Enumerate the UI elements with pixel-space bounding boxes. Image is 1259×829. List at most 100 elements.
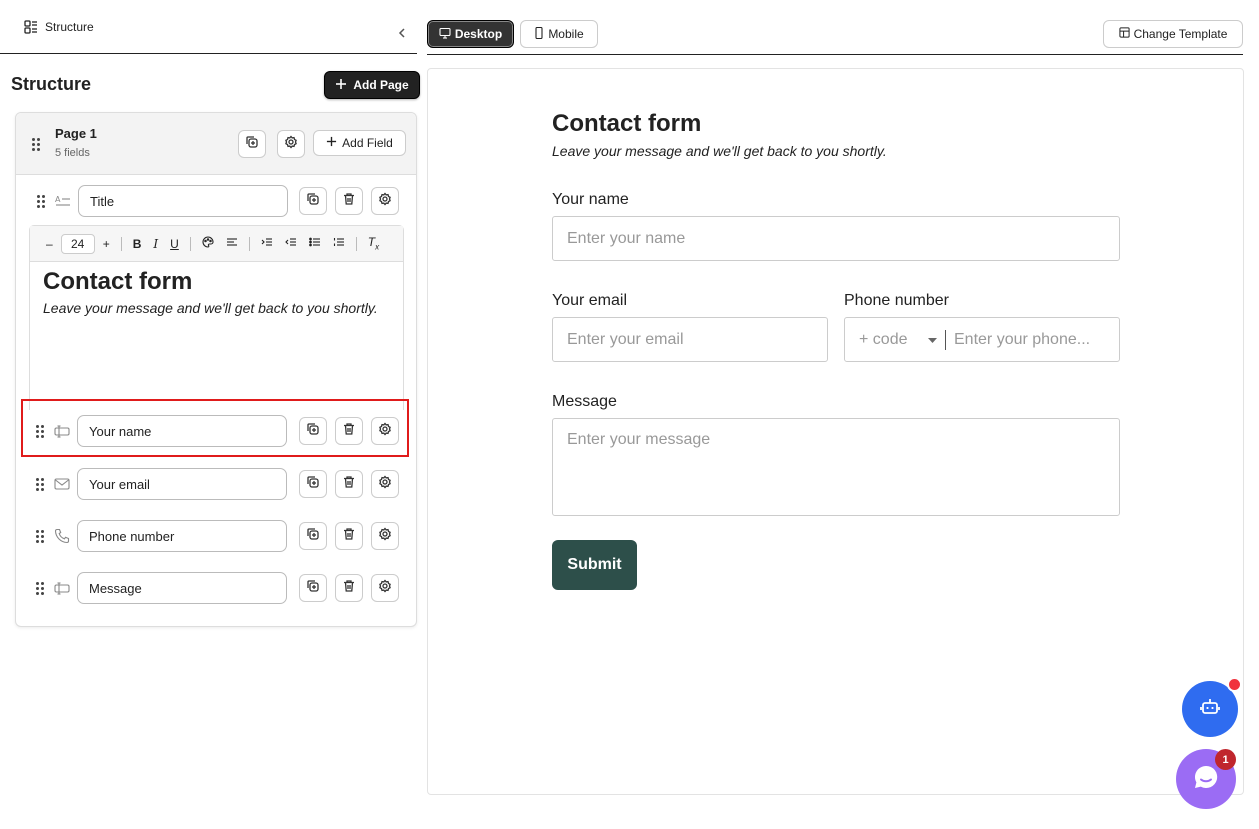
- phone-input[interactable]: Enter your phone...: [954, 331, 1090, 349]
- tab-mobile-label: Mobile: [548, 27, 584, 41]
- preview-toolbar: Desktop Mobile Change Template: [427, 0, 1243, 55]
- name-input[interactable]: Enter your name: [552, 216, 1120, 261]
- font-size-increase-button[interactable]: +: [103, 237, 110, 251]
- font-size-input[interactable]: 24: [60, 233, 95, 254]
- plus-icon: [335, 78, 347, 93]
- field-settings-button[interactable]: [371, 417, 399, 445]
- field-label-input[interactable]: Your name: [77, 415, 287, 447]
- drag-handle-icon[interactable]: [36, 582, 44, 595]
- add-page-label: Add Page: [353, 78, 409, 92]
- outdent-icon[interactable]: [285, 236, 297, 251]
- page-settings-button[interactable]: [277, 130, 305, 158]
- collapse-chevron-icon[interactable]: [395, 26, 409, 40]
- gear-icon: [378, 527, 392, 546]
- editor-toolbar: – 24 + B I U Tx: [30, 226, 403, 262]
- monitor-icon: [439, 27, 451, 42]
- message-textarea[interactable]: Enter your message: [552, 418, 1120, 516]
- form-title: Contact form: [552, 110, 702, 137]
- duplicate-field-button[interactable]: [299, 187, 327, 215]
- gear-icon: [284, 135, 298, 154]
- page-name: Page 1: [55, 126, 97, 141]
- align-left-icon[interactable]: [226, 236, 238, 251]
- submit-button[interactable]: Submit: [552, 540, 637, 590]
- field-label-input[interactable]: Your email: [77, 468, 287, 500]
- duplicate-field-button[interactable]: [299, 574, 327, 602]
- field-row-title[interactable]: A Title: [16, 183, 416, 223]
- clear-format-icon[interactable]: Tx: [368, 235, 379, 251]
- template-icon: [1118, 27, 1130, 41]
- delete-field-button[interactable]: [335, 522, 363, 550]
- tab-desktop-label: Desktop: [454, 27, 503, 41]
- plus-icon: [326, 136, 337, 150]
- caret-down-icon: [928, 331, 937, 349]
- indent-icon[interactable]: [261, 236, 273, 251]
- underline-icon[interactable]: U: [170, 237, 179, 251]
- delete-field-button[interactable]: [335, 574, 363, 602]
- delete-field-button[interactable]: [335, 187, 363, 215]
- duplicate-field-button[interactable]: [299, 417, 327, 445]
- phone-icon: [54, 528, 70, 544]
- trash-icon: [342, 422, 356, 441]
- country-code-select[interactable]: + code: [845, 331, 945, 349]
- bullet-list-icon[interactable]: [308, 236, 321, 251]
- chat-unread-badge: 1: [1215, 749, 1236, 770]
- gear-icon: [378, 579, 392, 598]
- drag-handle-icon[interactable]: [32, 138, 40, 151]
- duplicate-field-button[interactable]: [299, 522, 327, 550]
- delete-field-button[interactable]: [335, 470, 363, 498]
- duplicate-field-button[interactable]: [299, 470, 327, 498]
- form-preview: Contact form Leave your message and we'l…: [427, 68, 1244, 795]
- trash-icon: [342, 579, 356, 598]
- bold-icon[interactable]: B: [133, 237, 142, 251]
- toolbar-divider: [355, 236, 357, 251]
- country-code-placeholder: + code: [859, 330, 908, 348]
- form-builder-app: Structure Structure Add Page Page 1 5 fi…: [0, 0, 1259, 829]
- field-row-phone-number[interactable]: Phone number: [15, 518, 415, 558]
- italic-icon[interactable]: I: [153, 237, 158, 251]
- message-label: Message: [552, 393, 617, 410]
- drag-handle-icon[interactable]: [37, 195, 45, 208]
- email-input[interactable]: Enter your email: [552, 317, 828, 362]
- form-subtitle: Leave your message and we'll get back to…: [552, 143, 887, 159]
- structure-tab[interactable]: Structure: [0, 0, 417, 54]
- field-settings-button[interactable]: [371, 574, 399, 602]
- add-page-button[interactable]: Add Page: [324, 71, 420, 99]
- phone-label: Phone number: [844, 292, 949, 309]
- field-label-input[interactable]: Phone number: [77, 520, 287, 552]
- duplicate-page-button[interactable]: [238, 130, 266, 158]
- field-label-input[interactable]: Message: [77, 572, 287, 604]
- drag-handle-icon[interactable]: [36, 478, 44, 491]
- delete-field-button[interactable]: [335, 417, 363, 445]
- font-size-decrease-button[interactable]: –: [46, 237, 53, 251]
- drag-handle-icon[interactable]: [36, 530, 44, 543]
- tab-mobile[interactable]: Mobile: [520, 20, 598, 48]
- copy-icon: [306, 475, 320, 494]
- email-label: Your email: [552, 292, 628, 309]
- field-row-your-email[interactable]: Your email: [15, 466, 415, 506]
- field-settings-button[interactable]: [371, 522, 399, 550]
- change-template-button[interactable]: Change Template: [1103, 20, 1243, 48]
- toolbar-divider: [120, 236, 122, 251]
- numbered-list-icon[interactable]: [333, 236, 345, 251]
- field-row-message[interactable]: Message: [15, 570, 415, 610]
- text-field-icon: [54, 580, 70, 596]
- trash-icon: [342, 475, 356, 494]
- structure-panel: Structure Structure Add Page Page 1 5 fi…: [0, 0, 427, 829]
- tab-desktop[interactable]: Desktop: [427, 20, 514, 48]
- smartphone-icon: [534, 26, 544, 42]
- copy-icon: [306, 422, 320, 441]
- add-field-label: Add Field: [342, 136, 393, 150]
- phone-input-group: + code Enter your phone...: [844, 317, 1120, 362]
- field-settings-button[interactable]: [371, 187, 399, 215]
- rich-text-editor[interactable]: – 24 + B I U Tx Contact form Leave your …: [29, 225, 404, 410]
- field-row-your-name[interactable]: Your name: [15, 412, 415, 452]
- color-palette-icon[interactable]: [202, 236, 214, 251]
- field-label-input[interactable]: Title: [78, 185, 288, 217]
- field-settings-button[interactable]: [371, 470, 399, 498]
- structure-icon: [23, 19, 39, 35]
- drag-handle-icon[interactable]: [36, 425, 44, 438]
- editor-body[interactable]: Leave your message and we'll get back to…: [43, 298, 383, 318]
- toolbar-divider: [248, 236, 250, 251]
- editor-heading[interactable]: Contact form: [43, 268, 192, 296]
- add-field-button[interactable]: Add Field: [313, 130, 406, 156]
